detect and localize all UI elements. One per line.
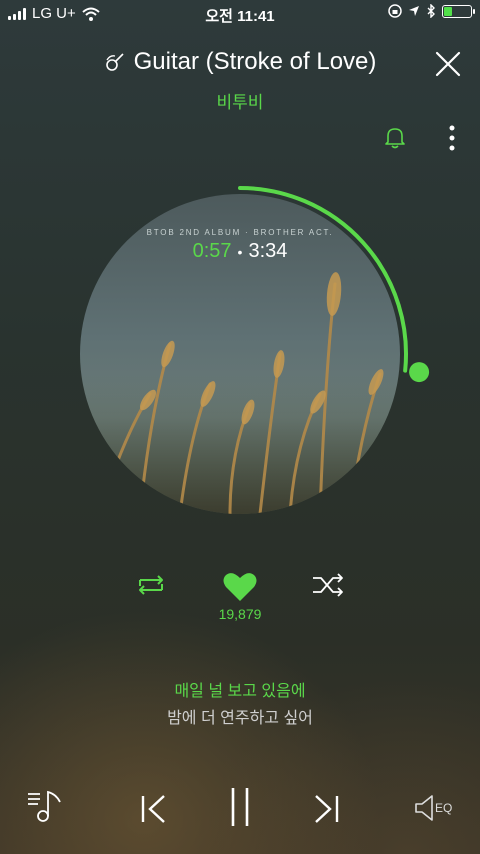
playlist-icon[interactable] xyxy=(26,786,66,826)
playback-time: 0:57 • 3:34 xyxy=(80,240,400,263)
lock-rotation-icon xyxy=(388,4,402,18)
eq-label: EQ xyxy=(435,801,453,815)
bluetooth-icon xyxy=(427,4,435,18)
time-separator: • xyxy=(237,243,243,260)
eq-speaker-icon xyxy=(415,795,433,821)
like-count: 19,879 xyxy=(218,606,262,622)
player-controls: EQ xyxy=(0,782,480,832)
pause-icon[interactable] xyxy=(228,786,252,828)
song-title: Guitar (Stroke of Love) xyxy=(133,48,377,75)
location-icon xyxy=(409,6,419,16)
album-art-disc[interactable]: BTOB 2ND ALBUM · BROTHER ACT. 0:57 • 3:34 xyxy=(80,194,400,514)
lyric-current-line[interactable]: 매일 널 보고 있음에 xyxy=(0,677,480,701)
total-time: 3:34 xyxy=(248,240,288,262)
next-icon[interactable] xyxy=(312,794,340,824)
song-title-row: Guitar (Stroke of Love) xyxy=(0,48,480,80)
progress-knob[interactable] xyxy=(409,362,430,383)
elapsed-time: 0:57 xyxy=(192,240,232,262)
status-bar: LG U+ 오전 11:41 xyxy=(0,0,480,28)
repeat-icon[interactable] xyxy=(134,570,168,600)
lyric-next-line[interactable]: 밤에 더 연주하고 싶어 xyxy=(0,704,480,728)
close-icon[interactable] xyxy=(434,50,462,78)
status-right xyxy=(388,4,475,18)
previous-icon[interactable] xyxy=(140,794,168,824)
artist-name[interactable]: 비투비 xyxy=(0,88,480,113)
track-actions: 19,879 xyxy=(0,570,480,630)
bell-icon[interactable] xyxy=(384,125,406,149)
eq-button[interactable]: EQ xyxy=(414,792,464,824)
shuffle-icon[interactable] xyxy=(310,570,346,600)
guitar-icon xyxy=(105,53,124,71)
heart-icon[interactable] xyxy=(222,570,258,604)
battery-icon xyxy=(442,4,475,18)
album-label: BTOB 2ND ALBUM · BROTHER ACT. xyxy=(146,228,334,237)
more-icon[interactable] xyxy=(448,124,456,152)
